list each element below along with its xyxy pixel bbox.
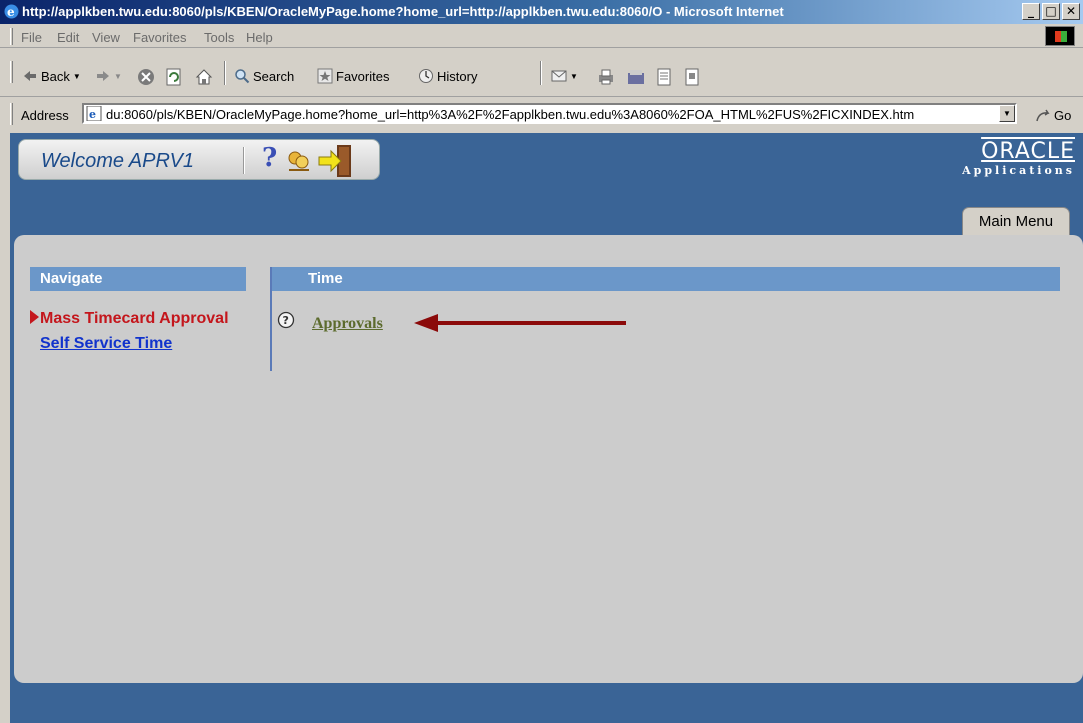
svg-text:e: e (89, 108, 96, 121)
window-title: http://applkben.twu.edu:8060/pls/KBEN/Or… (22, 4, 784, 19)
minimize-button[interactable]: _ (1022, 3, 1040, 20)
main-content-panel: Navigate Time Mass Timecard Approval Sel… (14, 235, 1083, 683)
menu-tools[interactable]: Tools (204, 30, 234, 45)
approvals-help-icon[interactable]: ? (277, 311, 295, 329)
messenger-icon[interactable] (683, 68, 701, 86)
oracle-logo-text: ORACLE (981, 139, 1075, 164)
menu-bar: File Edit View Favorites Tools Help (0, 24, 1083, 48)
address-input[interactable]: e du:8060/pls/KBEN/OracleMyPage.home?hom… (82, 103, 1017, 124)
toolbar-separator (224, 61, 226, 85)
address-bar: Address e du:8060/pls/KBEN/OracleMyPage.… (0, 99, 1083, 129)
stop-icon[interactable] (137, 68, 155, 86)
nav-item-self-service-time[interactable]: Self Service Time (40, 335, 172, 353)
welcome-banner: Welcome APRV1 ? (18, 139, 380, 180)
history-label: History (437, 68, 478, 84)
approvals-link[interactable]: Approvals (312, 315, 383, 333)
menu-edit[interactable]: Edit (57, 30, 79, 45)
forward-arrow-icon (97, 71, 109, 81)
history-button[interactable]: History (418, 68, 477, 84)
svg-text:e: e (7, 5, 15, 19)
preferences-icon[interactable] (285, 150, 313, 172)
tab-main-menu[interactable]: Main Menu (962, 207, 1070, 237)
discuss-icon[interactable] (655, 68, 673, 86)
logout-icon[interactable] (317, 143, 357, 179)
home-icon[interactable] (195, 68, 213, 86)
go-button[interactable]: Go (1035, 108, 1071, 123)
mail-icon (551, 70, 567, 82)
page-viewport: Welcome APRV1 ? ORACLE Applications Main… (10, 133, 1083, 723)
chevron-down-icon: ▼ (1003, 109, 1011, 118)
search-label: Search (253, 68, 295, 84)
history-clock-icon (419, 69, 433, 83)
print-icon[interactable] (597, 68, 615, 86)
address-label: Address (21, 108, 69, 123)
menubar-grip[interactable] (10, 28, 13, 45)
nav-item-mass-timecard-approval[interactable]: Mass Timecard Approval (30, 310, 229, 328)
help-icon[interactable]: ? (262, 143, 277, 173)
oracle-logo-subtext: Applications (962, 164, 1075, 177)
toolbar: Back ▼ ▼ Search Favorites History ▼ (0, 49, 1083, 97)
oracle-logo: ORACLE Applications (962, 139, 1075, 177)
banner-divider (243, 147, 245, 174)
address-dropdown-button[interactable]: ▼ (999, 105, 1015, 122)
menu-view[interactable]: View (92, 30, 120, 45)
favorites-label: Favorites (336, 68, 390, 84)
address-url: du:8060/pls/KBEN/OracleMyPage.home?home_… (106, 107, 915, 122)
edit-icon[interactable] (627, 68, 645, 86)
navigate-header: Navigate (30, 267, 246, 291)
chevron-down-icon: ▼ (114, 71, 122, 81)
window-controls: _ □ ✕ (1022, 3, 1080, 20)
browser-window: e http://applkben.twu.edu:8060/pls/KBEN/… (0, 0, 1083, 723)
favorites-star-icon (317, 68, 333, 84)
welcome-text: Welcome APRV1 (41, 150, 195, 172)
time-header: Time (270, 267, 1060, 291)
back-button[interactable]: Back ▼ (22, 68, 81, 84)
internet-explorer-icon: e (4, 4, 19, 19)
pointer-arrow-annotation (414, 314, 626, 332)
toolbar-separator (540, 61, 542, 85)
mail-button[interactable]: ▼ (551, 68, 578, 84)
search-button[interactable]: Search (234, 68, 294, 84)
forward-button[interactable]: ▼ (95, 68, 122, 84)
maximize-button[interactable]: □ (1042, 3, 1060, 20)
page-icon: e (86, 106, 102, 121)
chevron-down-icon: ▼ (72, 71, 81, 81)
close-button[interactable]: ✕ (1062, 3, 1080, 20)
menu-file[interactable]: File (21, 30, 42, 45)
chevron-down-icon: ▼ (570, 71, 578, 81)
menu-help[interactable]: Help (246, 30, 273, 45)
toolbar-grip[interactable] (10, 61, 13, 83)
refresh-icon[interactable] (165, 68, 183, 86)
column-divider (270, 267, 272, 371)
title-bar: e http://applkben.twu.edu:8060/pls/KBEN/… (0, 0, 1083, 24)
windows-logo-icon (1045, 26, 1075, 46)
favorites-button[interactable]: Favorites (317, 68, 389, 84)
svg-text:?: ? (283, 314, 289, 327)
search-icon (235, 69, 250, 84)
back-label: Back (41, 68, 70, 84)
go-arrow-icon (1036, 109, 1050, 121)
addressbar-grip[interactable] (10, 103, 13, 125)
go-label: Go (1054, 108, 1072, 123)
back-arrow-icon (24, 71, 36, 81)
menu-favorites[interactable]: Favorites (133, 30, 186, 45)
